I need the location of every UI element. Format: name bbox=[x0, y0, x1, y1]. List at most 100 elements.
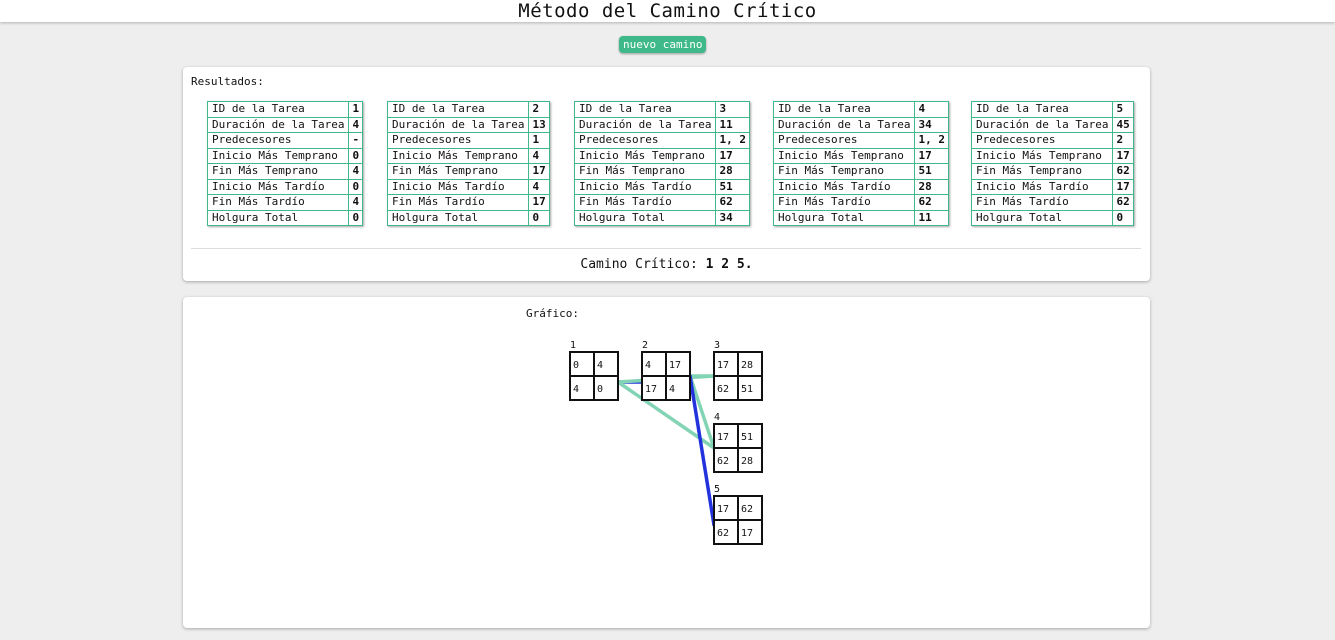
row-label: Duración de la Tarea bbox=[970, 116, 1114, 133]
row-value: 28 bbox=[715, 163, 750, 180]
row-value: 1, 2 bbox=[914, 132, 949, 149]
row-value: 0 bbox=[1112, 209, 1134, 226]
row-label: Inicio Más Temprano bbox=[970, 147, 1114, 164]
task-table: ID de la Tarea 2 Duración de la Tarea 13 Pre… bbox=[386, 101, 550, 226]
row-value: 17 bbox=[715, 147, 750, 164]
row-label: Fin Más Tardío bbox=[772, 194, 916, 211]
row-label: Fin Más Tardío bbox=[573, 194, 717, 211]
node-id: 1 bbox=[570, 340, 576, 351]
table-row: Predecesores 1, 2 bbox=[772, 132, 949, 149]
row-value: 62 bbox=[914, 194, 949, 211]
table-row: Holgura Total 34 bbox=[573, 209, 750, 226]
node-value-es: 0 bbox=[573, 360, 579, 371]
table-row: Fin Más Tardío 62 bbox=[573, 194, 750, 211]
row-label: Inicio Más Temprano bbox=[573, 147, 717, 164]
row-label: Duración de la Tarea bbox=[206, 116, 350, 133]
table-row: Inicio Más Temprano 17 bbox=[573, 147, 750, 164]
graph-node: 5 17 62 62 17 bbox=[713, 484, 763, 545]
node-value-ls: 17 bbox=[645, 384, 657, 395]
row-label: Holgura Total bbox=[206, 209, 350, 226]
node-value-ef: 17 bbox=[669, 360, 681, 371]
row-label: Fin Más Temprano bbox=[386, 163, 530, 180]
row-label: ID de la Tarea bbox=[772, 101, 916, 118]
row-value: 51 bbox=[715, 178, 750, 195]
critical-path-label: Camino Crítico: bbox=[580, 257, 698, 272]
table-row: Predecesores - bbox=[206, 132, 364, 149]
table-row: Fin Más Tardío 17 bbox=[386, 194, 550, 211]
row-value: 4 bbox=[348, 163, 364, 180]
node-value-es: 17 bbox=[717, 360, 729, 371]
row-value: 4 bbox=[528, 178, 550, 195]
table-row: Fin Más Tardío 62 bbox=[772, 194, 949, 211]
graph-card: Gráfico: 1 0 4 4 0 2 4 17 17 4 3 17 28 62 51 4 17 51 62 28 5… bbox=[183, 297, 1150, 628]
row-label: Inicio Más Tardío bbox=[206, 178, 350, 195]
table-row: ID de la Tarea 5 bbox=[970, 101, 1134, 118]
row-label: Fin Más Temprano bbox=[970, 163, 1114, 180]
table-row: Predecesores 1 bbox=[386, 132, 550, 149]
node-value-ef: 62 bbox=[741, 504, 753, 515]
critical-path-value: 1 2 5. bbox=[705, 257, 753, 272]
row-value: 45 bbox=[1112, 116, 1134, 133]
node-value-ls: 62 bbox=[717, 528, 729, 539]
row-value: 34 bbox=[715, 209, 750, 226]
row-label: Predecesores bbox=[386, 132, 530, 149]
row-value: - bbox=[348, 132, 364, 149]
row-label: Holgura Total bbox=[386, 209, 530, 226]
row-value: 0 bbox=[348, 178, 364, 195]
task-table: ID de la Tarea 3 Duración de la Tarea 11 Pre… bbox=[573, 101, 750, 226]
node-value-ef: 28 bbox=[741, 360, 753, 371]
divider bbox=[191, 248, 1141, 249]
row-value: 17 bbox=[528, 194, 550, 211]
row-label: Holgura Total bbox=[970, 209, 1114, 226]
row-label: ID de la Tarea bbox=[206, 101, 350, 118]
row-value: 4 bbox=[348, 116, 364, 133]
graph-node: 1 0 4 4 0 bbox=[569, 340, 619, 401]
table-row: Duración de la Tarea 13 bbox=[386, 116, 550, 133]
node-value-ef: 4 bbox=[597, 360, 603, 371]
table-row: Duración de la Tarea 45 bbox=[970, 116, 1134, 133]
row-value: 13 bbox=[528, 116, 550, 133]
row-value: 51 bbox=[914, 163, 949, 180]
node-id: 5 bbox=[714, 484, 720, 495]
header-bar: Método del Camino Crítico bbox=[0, 0, 1335, 22]
table-row: Duración de la Tarea 11 bbox=[573, 116, 750, 133]
table-row: Fin Más Temprano 28 bbox=[573, 163, 750, 180]
row-value: 1 bbox=[348, 101, 364, 118]
page-title: Método del Camino Crítico bbox=[518, 0, 817, 22]
row-label: Inicio Más Tardío bbox=[386, 178, 530, 195]
table-row: Duración de la Tarea 34 bbox=[772, 116, 949, 133]
new-path-button[interactable]: nuevo camino bbox=[619, 36, 707, 53]
row-label: Fin Más Temprano bbox=[206, 163, 350, 180]
table-row: Fin Más Tardío 4 bbox=[206, 194, 364, 211]
edge bbox=[688, 374, 716, 450]
table-row: Inicio Más Tardío 28 bbox=[772, 178, 949, 195]
table-row: Fin Más Temprano 62 bbox=[970, 163, 1134, 180]
row-value: 4 bbox=[528, 147, 550, 164]
row-value: 62 bbox=[1112, 163, 1134, 180]
row-label: ID de la Tarea bbox=[386, 101, 530, 118]
table-row: ID de la Tarea 2 bbox=[386, 101, 550, 118]
row-label: Duración de la Tarea bbox=[573, 116, 717, 133]
row-value: 17 bbox=[914, 147, 949, 164]
node-value-es: 17 bbox=[717, 432, 729, 443]
row-label: Fin Más Temprano bbox=[573, 163, 717, 180]
node-value-es: 4 bbox=[645, 360, 651, 371]
row-value: 62 bbox=[715, 194, 750, 211]
row-value: 0 bbox=[348, 209, 364, 226]
row-label: Duración de la Tarea bbox=[386, 116, 530, 133]
table-row: Holgura Total 0 bbox=[970, 209, 1134, 226]
node-value-lf: 17 bbox=[741, 528, 753, 539]
table-row: Holgura Total 0 bbox=[386, 209, 550, 226]
table-row: Predecesores 2 bbox=[970, 132, 1134, 149]
graph-node: 4 17 51 62 28 bbox=[713, 412, 763, 473]
node-value-ls: 4 bbox=[573, 384, 579, 395]
row-value: 11 bbox=[715, 116, 750, 133]
results-card: Resultados: ID de la Tarea 1 Duración de l… bbox=[183, 67, 1150, 281]
row-label: Fin Más Tardío bbox=[206, 194, 350, 211]
row-label: Holgura Total bbox=[772, 209, 916, 226]
row-label: Inicio Más Tardío bbox=[573, 178, 717, 195]
node-value-es: 17 bbox=[717, 504, 729, 515]
critical-edge bbox=[688, 374, 716, 527]
row-value: 17 bbox=[1112, 178, 1134, 195]
node-value-lf: 0 bbox=[597, 384, 603, 395]
